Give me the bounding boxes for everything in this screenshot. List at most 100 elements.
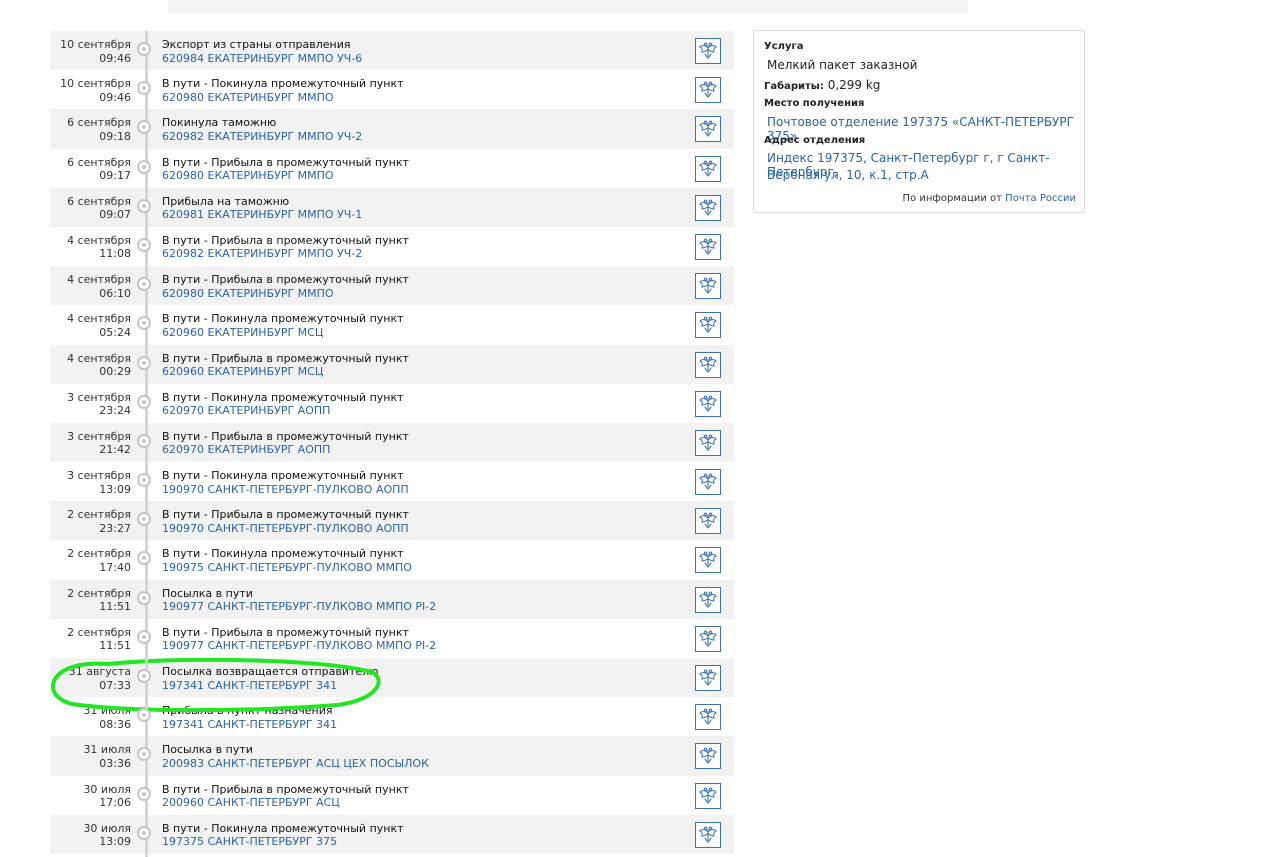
timeline-row: 6 сентября 09:17 В пути - Прибыла в промеж… <box>50 149 734 188</box>
event-datetime: 4 сентября 05:24 <box>50 312 131 339</box>
timeline-dot <box>137 669 151 683</box>
timeline-dot <box>137 355 151 370</box>
event-location-link[interactable]: 620970 ЕКАТЕРИНБУРГ АОПП <box>162 443 330 457</box>
event-datetime: 10 сентября 09:46 <box>50 38 131 65</box>
russian-post-eagle-icon[interactable] <box>695 194 721 221</box>
event-status: В пути - Прибыла в промежуточный пункт <box>162 155 409 169</box>
event-date: 10 сентября <box>60 77 131 91</box>
event-location-link[interactable]: 620970 ЕКАТЕРИНБУРГ АОПП <box>162 404 330 418</box>
event-date: 3 сентября <box>67 469 131 483</box>
event-time: 08:36 <box>99 717 131 731</box>
event-datetime: 2 сентября 11:51 <box>50 587 131 614</box>
russian-post-eagle-icon[interactable] <box>695 469 721 496</box>
timeline-row: 10 сентября 09:46 Экспорт из страны отправ… <box>50 31 734 71</box>
source-prefix: По информации от <box>902 193 1002 204</box>
event-time: 13:09 <box>99 482 131 496</box>
russian-post-eagle-icon[interactable] <box>695 390 721 417</box>
event-time: 23:24 <box>99 404 131 418</box>
event-date: 30 июля <box>83 821 131 835</box>
russian-post-eagle-icon[interactable] <box>695 38 721 64</box>
event-date: 4 сентября <box>67 351 131 365</box>
event-time: 03:36 <box>99 756 131 770</box>
russian-post-eagle-icon[interactable] <box>695 743 721 770</box>
event-status: В пути - Прибыла в промежуточный пункт <box>162 782 409 796</box>
timeline-dot <box>137 81 151 96</box>
source-link[interactable]: Почта России <box>1005 193 1076 204</box>
russian-post-eagle-icon[interactable] <box>695 586 721 613</box>
timeline-row: 3 сентября 13:09 В пути - Покинула промежу… <box>50 462 734 501</box>
russian-post-eagle-icon[interactable] <box>695 312 721 339</box>
event-location-link[interactable]: 620980 ЕКАТЕРИНБУРГ ММПО <box>162 287 334 301</box>
event-status: В пути - Покинула промежуточный пункт <box>162 547 404 561</box>
event-location-link[interactable]: 620960 ЕКАТЕРИНБУРГ МСЦ <box>162 326 323 340</box>
top-bar <box>168 0 968 14</box>
event-status: В пути - Прибыла в промежуточный пункт <box>162 429 409 443</box>
timeline-row: 30 июля 13:09 В пути - Покинула промежуточ… <box>50 814 734 854</box>
russian-post-eagle-icon[interactable] <box>695 155 721 182</box>
russian-post-eagle-icon[interactable] <box>695 508 721 535</box>
event-location-link[interactable]: 620980 ЕКАТЕРИНБУРГ ММПО <box>162 91 334 105</box>
event-date: 2 сентября <box>67 625 131 639</box>
event-status: В пути - Прибыла в промежуточный пункт <box>162 351 409 365</box>
timeline-row: 2 сентября 11:51 В пути - Прибыла в промеж… <box>50 619 734 658</box>
event-location-link[interactable]: 197341 САНКТ-ПЕТЕРБУРГ 341 <box>162 718 337 732</box>
event-time: 00:29 <box>99 365 131 378</box>
event-date: 31 июля <box>83 704 131 718</box>
event-location-link[interactable]: 190970 САНКТ-ПЕТЕРБУРГ-ПУЛКОВО АОПП <box>162 483 409 497</box>
timeline-row: 3 сентября 23:24 В пути - Покинула промежу… <box>50 384 734 423</box>
event-location-link[interactable]: 620982 ЕКАТЕРИНБУРГ ММПО УЧ-2 <box>162 130 362 144</box>
event-location-link[interactable]: 190977 САНКТ-ПЕТЕРБУРГ-ПУЛКОВО ММПО PI-2 <box>162 639 436 653</box>
russian-post-eagle-icon[interactable] <box>695 77 721 104</box>
size-value: 0,299 kg <box>827 78 881 92</box>
timeline-dot <box>137 708 151 723</box>
event-location-link[interactable]: 620960 ЕКАТЕРИНБУРГ МСЦ <box>162 365 323 379</box>
event-location-link[interactable]: 197375 САНКТ-ПЕТЕРБУРГ 375 <box>162 835 337 849</box>
russian-post-eagle-icon[interactable] <box>695 351 721 378</box>
event-location-link[interactable]: 200960 САНКТ-ПЕТЕРБУРГ АСЦ <box>162 796 340 810</box>
timeline-row: 4 сентября 11:08 В пути - Прибыла в промеж… <box>50 227 734 266</box>
event-location-link[interactable]: 620982 ЕКАТЕРИНБУРГ ММПО УЧ-2 <box>162 247 362 261</box>
event-datetime: 31 июля 08:36 <box>50 704 131 731</box>
event-status: В пути - Покинула промежуточный пункт <box>162 821 404 835</box>
event-location-link[interactable]: 620980 ЕКАТЕРИНБУРГ ММПО <box>162 169 334 183</box>
event-datetime: 4 сентября 06:10 <box>50 273 131 300</box>
timeline-row: 6 сентября 09:07 Прибыла на таможню 620981 … <box>50 187 734 227</box>
russian-post-eagle-icon[interactable] <box>695 273 721 300</box>
event-status: Экспорт из страны отправления <box>162 38 351 51</box>
event-location-link[interactable]: 190970 САНКТ-ПЕТЕРБУРГ-ПУЛКОВО АОПП <box>162 522 409 536</box>
event-location-link[interactable]: 620981 ЕКАТЕРИНБУРГ ММПО УЧ-1 <box>162 208 362 222</box>
address-label: Адрес отделения <box>764 135 866 146</box>
event-datetime: 31 августа 07:33 <box>50 665 131 692</box>
event-location-link[interactable]: 197341 САНКТ-ПЕТЕРБУРГ 341 <box>162 679 337 693</box>
address-line-2[interactable]: Вербная ул, 10, к.1, стр.А <box>767 168 929 182</box>
russian-post-eagle-icon[interactable] <box>695 625 721 652</box>
russian-post-eagle-icon[interactable] <box>695 547 721 574</box>
event-datetime: 3 сентября 23:24 <box>50 391 131 418</box>
russian-post-eagle-icon[interactable] <box>695 821 721 848</box>
event-status: Прибыла на таможню <box>162 194 290 208</box>
event-date: 4 сентября <box>67 233 131 247</box>
event-location-link[interactable]: 200983 САНКТ-ПЕТЕРБУРГ АСЦ ЦЕХ ПОСЫЛОК <box>162 757 429 771</box>
event-time: 21:42 <box>99 443 131 457</box>
event-location-link[interactable]: 190977 САНКТ-ПЕТЕРБУРГ-ПУЛКОВО ММПО PI-2 <box>162 600 436 614</box>
event-status: Посылка в пути <box>162 586 253 600</box>
russian-post-eagle-icon[interactable] <box>695 116 721 143</box>
russian-post-eagle-icon[interactable] <box>695 233 721 260</box>
tracking-timeline: 10 сентября 09:46 Экспорт из страны отправ… <box>50 31 734 857</box>
event-time: 23:27 <box>99 521 131 535</box>
russian-post-eagle-icon[interactable] <box>695 429 721 456</box>
event-location-link[interactable]: 620984 ЕКАТЕРИНБУРГ ММПО УЧ-6 <box>162 52 362 66</box>
event-status: Прибыла в пункт назначения <box>162 704 333 718</box>
timeline-dot <box>137 159 151 174</box>
russian-post-eagle-icon[interactable] <box>695 704 721 731</box>
russian-post-eagle-icon[interactable] <box>695 665 721 691</box>
event-datetime: 4 сентября 11:08 <box>50 234 131 261</box>
timeline-dot <box>137 42 151 56</box>
event-date: 2 сентября <box>67 586 131 600</box>
timeline-dot <box>137 198 151 213</box>
event-location-link[interactable]: 190975 САНКТ-ПЕТЕРБУРГ-ПУЛКОВО ММПО <box>162 561 412 575</box>
russian-post-eagle-icon[interactable] <box>695 782 721 809</box>
event-datetime: 3 сентября 21:42 <box>50 430 131 457</box>
timeline-dot <box>137 551 151 566</box>
timeline-dot <box>137 512 151 527</box>
